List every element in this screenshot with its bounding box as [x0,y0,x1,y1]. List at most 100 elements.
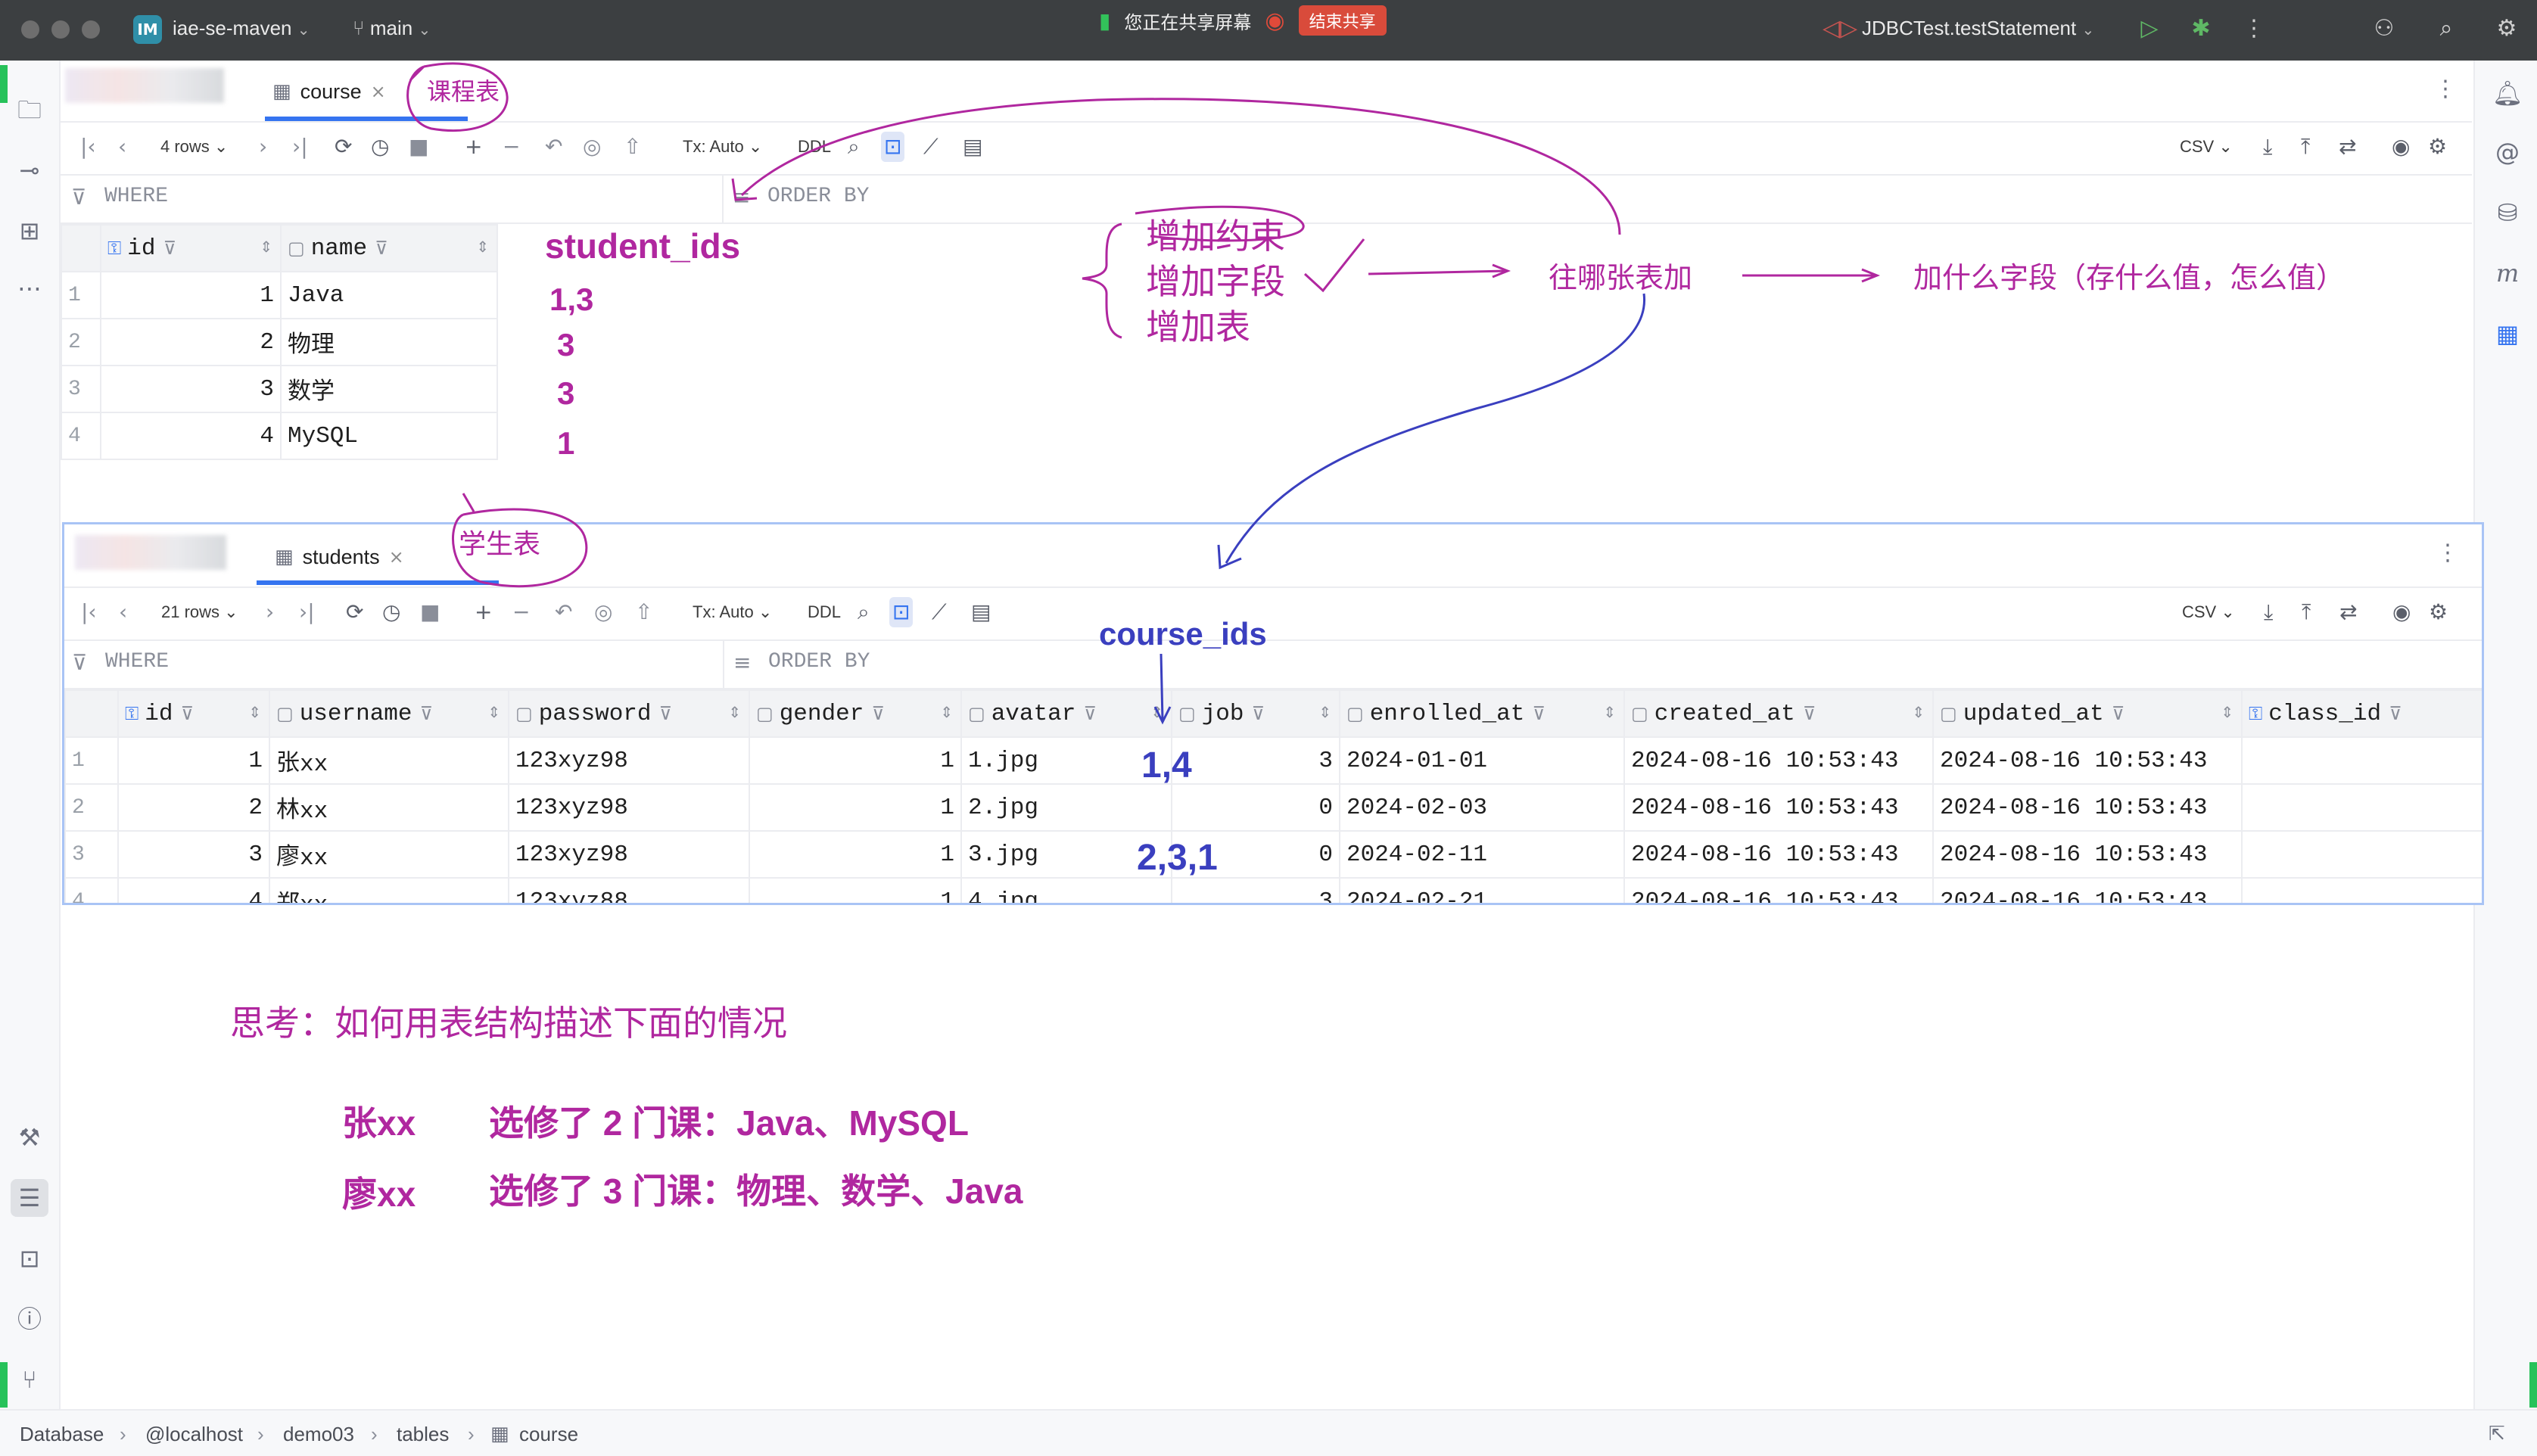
breadcrumb-database[interactable]: Database [20,1423,104,1446]
cell-enrolled-at[interactable]: 2024-02-21 [1339,877,1625,903]
table-row[interactable]: 1 1 Java [61,271,498,319]
cell-enrolled-at[interactable]: 2024-02-03 [1339,783,1625,832]
where-input[interactable]: WHERE [104,185,168,208]
add-row-icon[interactable]: + [465,132,482,162]
revert-icon[interactable]: ↶ [545,132,562,162]
cell-id[interactable]: 3 [117,830,270,879]
sort-arrows-icon[interactable]: ⇕ [487,703,500,721]
cell-gender[interactable]: 1 [749,877,962,903]
debug-icon[interactable]: ✱ [2186,14,2216,44]
column-filter-icon[interactable]: ⊽ [420,703,434,724]
rows-count-selector[interactable]: 4 rows ⌄ [160,132,228,162]
column-header-created-at[interactable]: ▢ created_at ⊽ ⇕ [1623,689,1934,738]
table-row[interactable]: 3 3 数学 [61,365,498,413]
tab-students[interactable]: ▦ students × [275,540,404,574]
settings-gear-icon[interactable]: ⚙ [2429,597,2448,627]
submit-icon[interactable]: ⇧ [624,132,641,162]
transaction-mode-selector[interactable]: Tx: Auto ⌄ [683,132,762,162]
export-format-selector[interactable]: CSV ⌄ [2180,132,2233,162]
column-filter-icon[interactable]: ⊽ [1252,703,1265,724]
cell-created-at[interactable]: 2024-08-16 10:53:43 [1623,877,1934,903]
cell-id[interactable]: 3 [100,365,282,413]
cell-username[interactable]: 廖xx [269,830,509,879]
cell-avatar[interactable]: 1.jpg [960,736,1172,785]
column-header-id[interactable]: ⚿ id ⊽ ⇕ [117,689,270,738]
column-header-updated-at[interactable]: ▢ updated_at ⊽ ⇕ [1932,689,2243,738]
cell-gender[interactable]: 1 [749,830,962,879]
chart-icon[interactable]: ⟋ [923,132,939,162]
sort-arrows-icon[interactable]: ⇕ [260,238,272,256]
table-row[interactable]: 2 2 林xx 123xyz98 1 2.jpg 0 2024-02-03 20… [64,783,2482,832]
problems-icon[interactable]: ⓘ [11,1300,48,1338]
structure-icon[interactable]: ⊞ [11,212,48,250]
database-icon[interactable]: ⛁ [2489,194,2526,232]
cell-id[interactable]: 2 [100,318,282,366]
compare-icon[interactable]: ⇄ [2339,132,2356,162]
where-input[interactable]: WHERE [105,650,169,674]
stop-icon[interactable]: ■ [420,597,440,627]
add-row-icon[interactable]: + [475,597,492,627]
branch-selector[interactable]: ⑂ main ⌄ [353,17,431,40]
cell-password[interactable]: 123xyz98 [508,830,750,879]
cell-class-id[interactable]: 1 [2241,830,2482,879]
sort-arrows-icon[interactable]: ⇕ [1603,703,1616,721]
table-row[interactable]: 3 3 廖xx 123xyz98 1 3.jpg 0 2024-02-11 20… [64,830,2482,879]
cell-enrolled-at[interactable]: 2024-02-11 [1339,830,1625,879]
cell-updated-at[interactable]: 2024-08-16 10:53:43 [1932,830,2243,879]
more-options-icon[interactable]: ⋮ [2436,540,2459,566]
last-page-icon[interactable]: ›| [299,597,315,627]
cell-password[interactable]: 123xyz98 [508,783,750,832]
add-user-icon[interactable]: ⚇ [2369,14,2399,44]
ai-assistant-icon[interactable]: @ [2489,133,2526,171]
blurred-tab[interactable] [65,68,224,103]
last-page-icon[interactable]: ›| [292,132,308,162]
chart-icon[interactable]: ⟋ [932,597,947,627]
cell-username[interactable]: 张xx [269,736,509,785]
cell-username[interactable]: 郑xx [269,877,509,903]
cell-name[interactable]: MySQL [280,412,498,460]
commit-icon[interactable]: ⊸ [11,151,48,189]
filter-view-icon[interactable]: ⊡ [881,132,905,162]
previous-page-icon[interactable]: ‹ [119,597,127,627]
cell-gender[interactable]: 1 [749,736,962,785]
next-page-icon[interactable]: › [266,597,274,627]
cell-created-at[interactable]: 2024-08-16 10:53:43 [1623,736,1934,785]
cell-updated-at[interactable]: 2024-08-16 10:53:43 [1932,736,2243,785]
revert-icon[interactable]: ↶ [555,597,572,627]
project-folder-icon[interactable]: 🗀 [11,91,48,129]
cell-id[interactable]: 2 [117,783,270,832]
grid-view-icon[interactable]: ▤ [971,597,991,627]
first-page-icon[interactable]: |‹ [80,132,96,162]
breadcrumb-tables[interactable]: tables [397,1423,449,1446]
cell-job[interactable]: 3 [1171,877,1340,903]
breadcrumb-course[interactable]: course [519,1423,578,1446]
git-icon[interactable]: ⑂ [11,1361,48,1398]
more-options-icon[interactable]: ⋮ [2239,14,2269,44]
column-header-id[interactable]: ⚿ id ⊽ ⇕ [100,224,282,272]
download-icon[interactable]: ⤓ [2264,597,2273,627]
rows-count-selector[interactable]: 21 rows ⌄ [161,597,238,627]
column-header-job[interactable]: ▢ job ⊽ ⇕ [1171,689,1340,738]
cell-enrolled-at[interactable]: 2024-01-01 [1339,736,1625,785]
previous-page-icon[interactable]: ‹ [118,132,126,162]
refresh-icon[interactable]: ⟳ [335,132,352,162]
grid-view-icon[interactable]: ▤ [963,132,982,162]
column-header-username[interactable]: ▢ username ⊽ ⇕ [269,689,509,738]
cell-class-id[interactable]: 1 [2241,783,2482,832]
download-icon[interactable]: ⤓ [2263,132,2272,162]
cell-username[interactable]: 林xx [269,783,509,832]
stop-icon[interactable]: ■ [409,132,428,162]
cell-password[interactable]: 123xyz88 [508,877,750,903]
column-filter-icon[interactable]: ⊽ [163,238,176,259]
sort-arrows-icon[interactable]: ⇕ [1318,703,1331,721]
stop-share-button[interactable]: 结束共享 [1298,5,1387,36]
search-icon[interactable]: ⌕ [848,132,860,162]
column-header-class-id[interactable]: ⚿class_id⊽⇕ [2241,689,2482,738]
preview-changes-icon[interactable]: ◎ [583,132,601,162]
first-page-icon[interactable]: |‹ [81,597,97,627]
breadcrumb-host[interactable]: @localhost [145,1423,243,1446]
export-format-selector[interactable]: CSV ⌄ [2182,597,2235,627]
delete-row-icon[interactable]: − [512,597,530,627]
cell-class-id[interactable]: 1 [2241,736,2482,785]
sort-arrows-icon[interactable]: ⇕ [2221,703,2233,721]
